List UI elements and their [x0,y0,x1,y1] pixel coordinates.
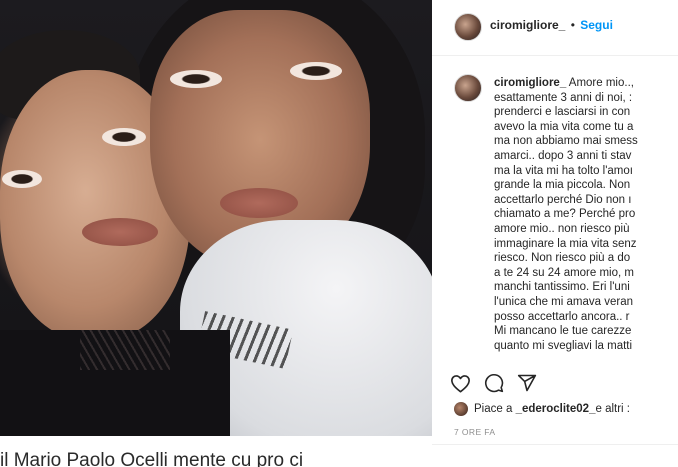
caption-line: Mi mancano le tue carezze [494,325,632,338]
heart-icon[interactable] [450,374,471,393]
follow-button[interactable]: Segui [580,18,613,32]
photo-eye [2,170,42,188]
likes-suffix[interactable]: e altri : [595,403,630,415]
header-username[interactable]: ciromigliore_ [490,18,565,32]
caption-line: amarci.. dopo 3 anni ti stav [494,149,632,162]
caption-line: avevo la mia vita come tu a [494,120,634,133]
caption-username[interactable]: ciromigliore_ [494,77,566,89]
caption-line: ma non abbiamo mai smess [494,135,638,148]
caption-line: manchi tantissimo. Eri l'uni [494,281,630,294]
caption-line: a te 24 su 24 amore mio, m [494,266,634,279]
post-header: ciromigliore_ • Segui [432,0,678,56]
caption-line: chiamato a me? Perché pro [494,208,636,221]
caption-line: quanto mi svegliavi la matti [494,339,633,352]
photo-lips [220,188,298,218]
likes-prefix: Piace a [474,403,513,415]
post-timestamp: 7 ORE FA [454,427,496,437]
caption-line: riesco. Non riesco più a do [494,252,631,265]
caption-line: l'unica che mi amava veran [494,295,633,308]
photo-lips [82,218,158,246]
post-caption: ciromigliore_ Amore mio.., esattamente 3… [494,76,678,353]
caption-line: Amore mio.., [566,77,634,89]
caption-line: amore mio.. non riesco più [494,222,630,235]
caption-line: immaginare la mia vita senz [494,237,637,250]
caption-line: posso accettarlo ancora.. r [494,310,630,323]
share-icon[interactable] [517,373,537,393]
caption-line: prenderci e lasciarsi in con [494,106,631,119]
divider [432,444,678,445]
article-text: il Mario Paolo Ocelli mente cu pro ci [0,450,304,467]
header-separator: • [570,18,575,32]
caption-line: grande la mia piccola. Non [494,179,631,192]
header-username-row: ciromigliore_ • Segui [490,18,613,32]
post-photo [0,0,432,436]
photo-eye [102,128,146,146]
photo-tattoo [80,330,170,370]
photo-eye [170,70,222,88]
avatar[interactable] [454,13,482,41]
caption-line: ma la vita mi ha tolto l'amoı [494,164,633,177]
likes-user[interactable]: _ederoclite02_ [516,403,596,415]
photo-eye [290,62,342,80]
liker-avatar [454,402,468,416]
caption-line: accettarlo perché Dio non ı [494,193,632,206]
caption-avatar[interactable] [454,74,482,102]
comment-icon[interactable] [484,373,504,393]
post-side-panel: ciromigliore_ • Segui ciromigliore_ Amor… [432,0,678,467]
caption-line: esattamente 3 anni di noi, : [494,91,633,104]
post-actions [450,372,537,394]
likes-row: Piace a _ederoclite02_ e altri : [454,402,630,416]
